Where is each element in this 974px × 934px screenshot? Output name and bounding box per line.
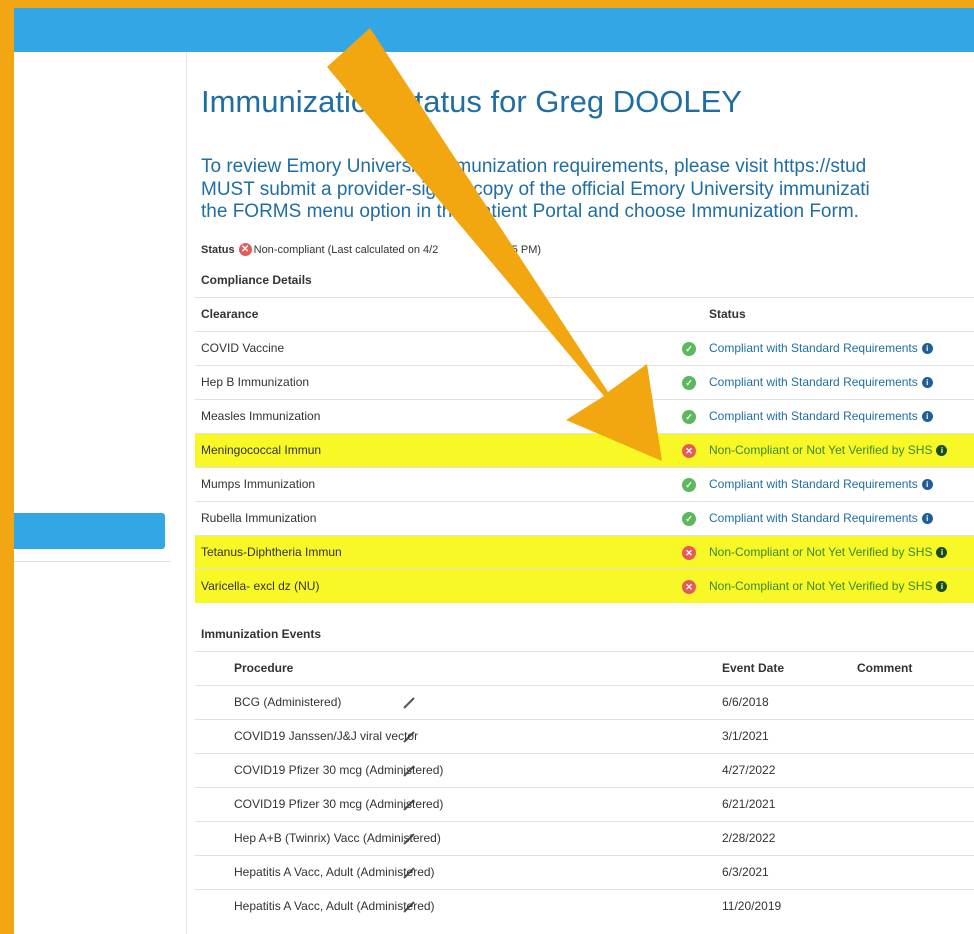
status-cell: Compliant with Standard Requirements i <box>709 400 933 433</box>
x-circle-icon: ✕ <box>682 444 696 458</box>
clearance-name: Rubella Immunization <box>201 511 317 525</box>
compliance-header-row: Clearance Status <box>195 297 974 331</box>
intro-line: the FORMS menu option in the Patient Por… <box>201 201 859 222</box>
event-row: COVID19 Pfizer 30 mcg (Administered) 6/21… <box>195 787 974 821</box>
procedure-name: COVID19 Pfizer 30 mcg (Administered) <box>234 797 444 811</box>
status-cell: Non-Compliant or Not Yet Verified by SHS… <box>709 570 948 603</box>
intro-text: To review Emory University immunization … <box>201 156 870 224</box>
compliance-heading: Compliance Details <box>201 273 312 287</box>
event-row: Hepatitis A Vacc, Adult (Administered) 11… <box>195 889 974 923</box>
x-circle-icon: ✕ <box>238 243 252 256</box>
intro-line: MUST submit a provider-signed copy of th… <box>201 178 870 200</box>
check-circle-icon: ✓ <box>682 478 696 492</box>
clearance-name: Hep B Immunization <box>201 375 310 389</box>
events-heading: Immunization Events <box>201 627 322 641</box>
procedure-name: BCG (Administered) <box>234 695 342 709</box>
check-circle-icon: ✓ <box>682 376 696 390</box>
col-comment: Comment <box>857 661 913 675</box>
compliance-row: Mumps Immunization ✓ Compliant with Standa… <box>195 467 974 501</box>
status-cell: Non-Compliant or Not Yet Verified by SHS… <box>709 536 948 569</box>
compliance-row: Meningococcal Immun ✕ Non-Compliant or Not… <box>195 433 974 467</box>
info-circle-icon[interactable]: i <box>921 377 933 389</box>
check-circle-icon: ✓ <box>682 512 696 526</box>
compliance-row: Tetanus-Diphtheria Immun ✕ Non-Compliant o… <box>195 535 974 569</box>
status-cell: Compliant with Standard Requirements i <box>709 468 933 501</box>
event-date: 3/1/2021 <box>722 729 769 743</box>
sidebar-item-active[interactable] <box>14 513 165 549</box>
event-row: Hep A+B (Twinrix) Vacc (Administered) 2/2… <box>195 821 974 855</box>
status-text: Non-compliant (Last calculated on 4/2 <box>253 243 439 256</box>
status-cell: Non-Compliant or Not Yet Verified by SHS… <box>709 434 948 467</box>
compliance-row: Hep B Immunization ✓ Compliant with Standa… <box>195 365 974 399</box>
events-header-row: Procedure Event Date Comment <box>195 651 974 685</box>
x-circle-icon: ✕ <box>682 546 696 560</box>
overall-status: Status ✕ Non-compliant (Last calculated … <box>201 243 541 256</box>
check-circle-icon: ✓ <box>682 342 696 356</box>
top-header-bar <box>14 8 974 52</box>
procedure-name: COVID19 Janssen/J&J viral vector <box>234 729 419 743</box>
status-link[interactable]: Compliant with Standard Requirements <box>709 477 918 491</box>
event-row: COVID19 Pfizer 30 mcg (Administered) 4/27… <box>195 753 974 787</box>
event-row: Hepatitis A Vacc, Adult (Administered) 6/… <box>195 855 974 889</box>
status-cell: Compliant with Standard Requirements i <box>709 502 933 535</box>
info-circle-icon[interactable]: i <box>936 547 948 559</box>
syringe-icon <box>403 697 415 709</box>
procedure-name: COVID19 Pfizer 30 mcg (Administered) <box>234 763 444 777</box>
syringe-shape <box>403 697 415 709</box>
col-clearance: Clearance <box>201 307 259 321</box>
info-circle-icon[interactable]: i <box>921 513 933 525</box>
status-cell: Compliant with Standard Requirements i <box>709 366 933 399</box>
compliance-row: Rubella Immunization ✓ Compliant with Stan… <box>195 501 974 535</box>
sidebar-divider <box>14 561 171 562</box>
col-status: Status <box>709 307 746 321</box>
check-circle-icon: ✓ <box>682 410 696 424</box>
info-circle-icon[interactable]: i <box>936 445 948 457</box>
procedure-name: Hepatitis A Vacc, Adult (Administered) <box>234 865 435 879</box>
compliance-row: COVID Vaccine ✓ Compliant with Standard Re… <box>195 331 974 365</box>
col-procedure: Procedure <box>234 661 294 675</box>
status-link[interactable]: Non-Compliant or Not Yet Verified by SHS <box>709 443 932 457</box>
intro-line: To review Emory University immunization … <box>201 156 867 177</box>
compliance-row: Measles Immunization ✓ Compliant with Stan… <box>195 399 974 433</box>
status-cell: Compliant with Standard Requirements i <box>709 332 933 365</box>
status-label: Status <box>201 243 235 256</box>
col-event-date: Event Date <box>722 661 785 675</box>
status-link[interactable]: Non-Compliant or Not Yet Verified by SHS <box>709 579 932 593</box>
clearance-name: Measles Immunization <box>201 409 321 423</box>
event-date: 6/21/2021 <box>722 797 776 811</box>
info-circle-icon[interactable]: i <box>921 411 933 423</box>
event-date: 2/28/2022 <box>722 831 776 845</box>
event-date: 4/27/2022 <box>722 763 776 777</box>
clearance-name: Meningococcal Immun <box>201 443 322 457</box>
status-link[interactable]: Compliant with Standard Requirements <box>709 375 918 389</box>
page-title: Immunization Status for Greg DOOLEY <box>201 84 742 119</box>
event-row: COVID19 Janssen/J&J viral vector 3/1/2021 <box>195 719 974 753</box>
status-link[interactable]: Compliant with Standard Requirements <box>709 409 918 423</box>
info-circle-icon[interactable]: i <box>936 581 948 593</box>
procedure-name: Hep A+B (Twinrix) Vacc (Administered) <box>234 831 441 845</box>
x-circle-icon: ✕ <box>682 580 696 594</box>
clearance-name: COVID Vaccine <box>201 341 285 355</box>
status-link[interactable]: Compliant with Standard Requirements <box>709 341 918 355</box>
clearance-name: Varicella- excl dz (NU) <box>201 579 320 593</box>
event-row: BCG (Administered) 6/6/2018 <box>195 685 974 719</box>
status-time: 29:25 PM) <box>490 243 542 256</box>
clearance-name: Mumps Immunization <box>201 477 316 491</box>
info-circle-icon[interactable]: i <box>921 343 933 355</box>
event-date: 6/3/2021 <box>722 865 769 879</box>
compliance-row: Varicella- excl dz (NU) ✕ Non-Compliant or… <box>195 569 974 603</box>
event-date: 11/20/2019 <box>722 899 782 913</box>
clearance-name: Tetanus-Diphtheria Immun <box>201 545 342 559</box>
info-circle-icon[interactable]: i <box>921 479 933 491</box>
status-link[interactable]: Non-Compliant or Not Yet Verified by SHS <box>709 545 932 559</box>
sidebar <box>14 52 187 934</box>
event-date: 6/6/2018 <box>722 695 769 709</box>
procedure-name: Hepatitis A Vacc, Adult (Administered) <box>234 899 435 913</box>
status-link[interactable]: Compliant with Standard Requirements <box>709 511 918 525</box>
